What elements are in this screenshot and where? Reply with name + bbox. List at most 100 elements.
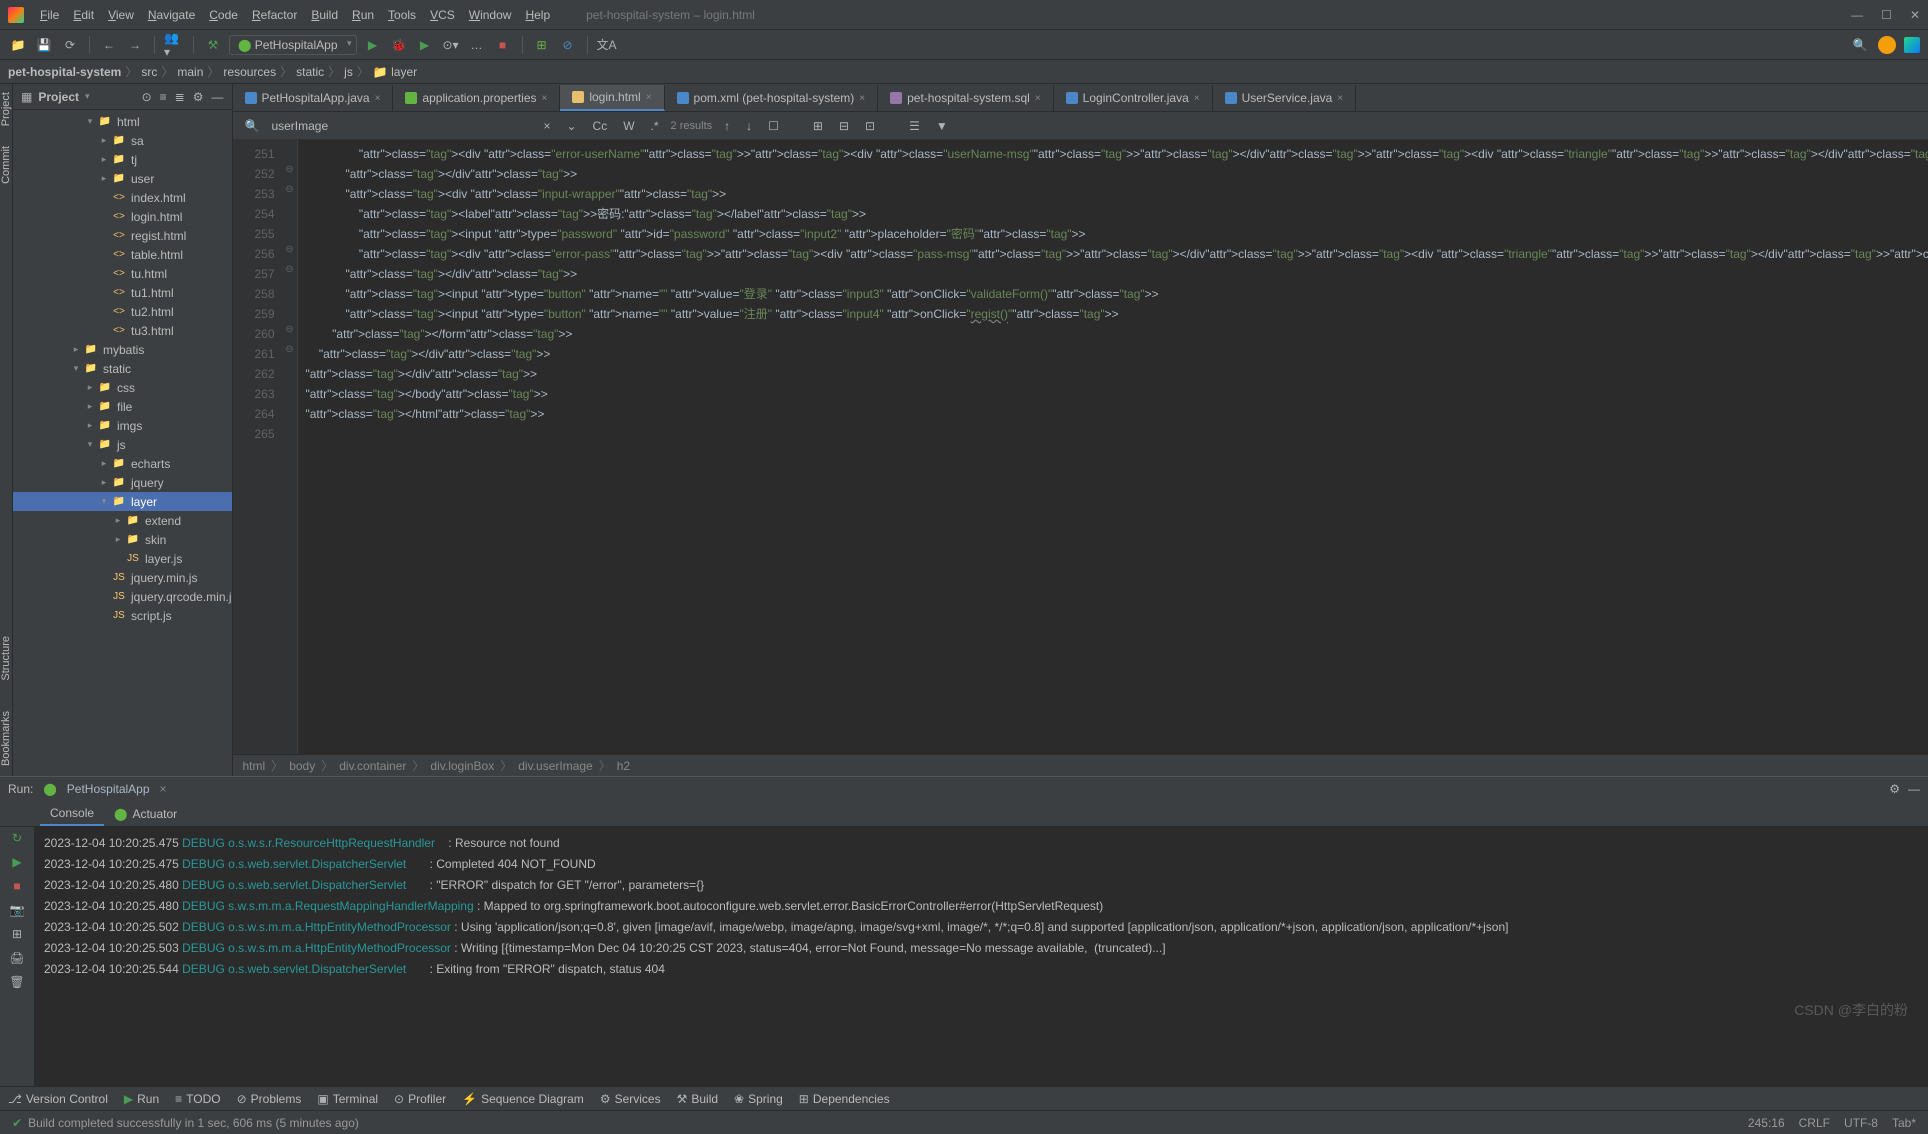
back-icon[interactable]: ←	[99, 35, 119, 55]
line-separator[interactable]: CRLF	[1799, 1116, 1830, 1130]
regex-icon[interactable]: .*	[647, 117, 663, 135]
tree-item[interactable]: <>login.html	[13, 207, 232, 226]
code-crumb-item[interactable]: html	[243, 759, 266, 773]
structure-tool-button[interactable]: Structure	[0, 636, 12, 681]
tree-item[interactable]: ▾📁static	[13, 359, 232, 378]
layout-icon[interactable]: ⊞	[12, 927, 22, 941]
db-icon[interactable]: ⊞	[532, 35, 552, 55]
console-output[interactable]: 2023-12-04 10:20:25.475 DEBUG o.s.w.s.r.…	[34, 827, 1928, 1086]
tree-item[interactable]: ▾📁html	[13, 112, 232, 131]
code-crumb-item[interactable]: div.container	[339, 759, 406, 773]
remove-selection-icon[interactable]: ⊟	[835, 117, 853, 135]
menu-view[interactable]: View	[102, 4, 140, 26]
select-opened-icon[interactable]: ⊙	[142, 90, 152, 104]
menu-window[interactable]: Window	[463, 4, 518, 26]
open-icon[interactable]: 📁	[8, 35, 28, 55]
hide-icon[interactable]: —	[212, 90, 224, 104]
menu-refactor[interactable]: Refactor	[246, 4, 303, 26]
bookmarks-tool-button[interactable]: Bookmarks	[0, 711, 12, 766]
menu-file[interactable]: File	[34, 4, 65, 26]
fold-gutter[interactable]: ⊖⊖⊖⊖⊖⊖	[283, 140, 297, 754]
tree-item[interactable]: <>tu3.html	[13, 321, 232, 340]
bottom-tool-services[interactable]: ⚙ Services	[600, 1092, 661, 1106]
menu-run[interactable]: Run	[346, 4, 380, 26]
tree-item[interactable]: ▸📁imgs	[13, 416, 232, 435]
tree-item[interactable]: ▾📁js	[13, 435, 232, 454]
add-config-icon[interactable]: 👥▾	[164, 35, 184, 55]
no-icon[interactable]: ⊘	[558, 35, 578, 55]
pin-icon[interactable]: ☰	[905, 117, 924, 135]
encoding[interactable]: UTF-8	[1844, 1116, 1878, 1130]
tree-item[interactable]: ▸📁extend	[13, 511, 232, 530]
menu-tools[interactable]: Tools	[382, 4, 422, 26]
coverage-icon[interactable]: ▶	[415, 35, 435, 55]
match-case-icon[interactable]: Cc	[589, 117, 612, 135]
tree-item[interactable]: ▸📁mybatis	[13, 340, 232, 359]
select-occurrences-icon[interactable]: ⊡	[861, 117, 879, 135]
tree-item[interactable]: ▸📁file	[13, 397, 232, 416]
tree-item[interactable]: <>index.html	[13, 188, 232, 207]
select-all-icon[interactable]: ☐	[764, 117, 783, 135]
bottom-tool-sequence-diagram[interactable]: ⚡ Sequence Diagram	[462, 1092, 584, 1106]
tree-item[interactable]: JSlayer.js	[13, 549, 232, 568]
bottom-tool-version-control[interactable]: ⎇ Version Control	[8, 1092, 108, 1106]
code-crumb-item[interactable]: h2	[617, 759, 630, 773]
expand-all-icon[interactable]: ≡	[160, 90, 167, 104]
tree-item[interactable]: ▸📁echarts	[13, 454, 232, 473]
close-tab-icon[interactable]: ×	[1194, 93, 1200, 104]
tree-item[interactable]: JSscript.js	[13, 606, 232, 625]
bottom-tool-todo[interactable]: ≡ TODO	[175, 1092, 220, 1106]
dump-icon[interactable]: 📷	[10, 903, 25, 917]
user-avatar-icon[interactable]	[1878, 36, 1896, 54]
run-settings-icon[interactable]: ⚙	[1889, 782, 1900, 796]
menu-code[interactable]: Code	[203, 4, 244, 26]
project-tool-button[interactable]: Project	[0, 92, 12, 126]
tree-item[interactable]: <>tu2.html	[13, 302, 232, 321]
search-everywhere-icon[interactable]: 🔍	[1850, 35, 1870, 55]
close-tab-icon[interactable]: ×	[859, 93, 865, 104]
editor-tab[interactable]: LoginController.java×	[1054, 85, 1213, 111]
collapse-all-icon[interactable]: ≣	[175, 90, 185, 104]
tree-item[interactable]: <>table.html	[13, 245, 232, 264]
close-tab-icon[interactable]: ×	[542, 93, 548, 104]
close-tab-icon[interactable]: ×	[375, 93, 381, 104]
code-editor[interactable]: 2512522532542552562572582592602612622632…	[233, 140, 1928, 754]
run-config-selector[interactable]: ⬤ PetHospitalApp	[229, 35, 357, 55]
bottom-tool-run[interactable]: ▶ Run	[124, 1092, 159, 1106]
editor-tab[interactable]: application.properties×	[393, 85, 560, 111]
hammer-icon[interactable]: ⚒	[203, 35, 223, 55]
editor-tab[interactable]: PetHospitalApp.java×	[233, 85, 394, 111]
run-tab-console[interactable]: Console	[40, 802, 104, 826]
code-content[interactable]: "attr">class="tag"><div "attr">class="er…	[297, 140, 1928, 754]
tree-item[interactable]: ▸📁user	[13, 169, 232, 188]
menu-help[interactable]: Help	[519, 4, 556, 26]
breadcrumb-item[interactable]: js	[344, 65, 353, 79]
attach-icon[interactable]: …	[467, 35, 487, 55]
breadcrumb-item[interactable]: main	[177, 65, 203, 79]
bottom-tool-spring[interactable]: ❀ Spring	[734, 1092, 783, 1106]
editor-tab[interactable]: login.html×	[560, 85, 664, 111]
stop-run-icon[interactable]: ■	[13, 879, 20, 893]
search-input[interactable]	[271, 119, 531, 133]
code-breadcrumb[interactable]: html〉body〉div.container〉div.loginBox〉div…	[233, 754, 1928, 776]
tree-item[interactable]: JSjquery.min.js	[13, 568, 232, 587]
breadcrumb-item[interactable]: pet-hospital-system	[8, 65, 121, 79]
tree-item[interactable]: <>tu.html	[13, 264, 232, 283]
caret-position[interactable]: 245:16	[1748, 1116, 1785, 1130]
stop-icon[interactable]: ■	[493, 35, 513, 55]
run-action-icon[interactable]: ▶	[12, 855, 21, 869]
menu-edit[interactable]: Edit	[67, 4, 100, 26]
code-crumb-item[interactable]: div.loginBox	[430, 759, 494, 773]
code-crumb-item[interactable]: body	[289, 759, 315, 773]
minimize-icon[interactable]: —	[1851, 8, 1863, 22]
bottom-tool-problems[interactable]: ⊘ Problems	[237, 1092, 302, 1106]
editor-tab[interactable]: pet-hospital-system.sql×	[878, 85, 1054, 111]
save-icon[interactable]: 💾	[34, 35, 54, 55]
filter-icon[interactable]: ▼	[932, 117, 952, 135]
translate-icon[interactable]: 文A	[597, 35, 617, 55]
history-icon[interactable]: ⌄	[562, 117, 580, 135]
tree-item[interactable]: ▸📁skin	[13, 530, 232, 549]
tree-item[interactable]: JSjquery.qrcode.min.j	[13, 587, 232, 606]
clear-search-icon[interactable]: ×	[539, 117, 554, 135]
editor-tab[interactable]: pom.xml (pet-hospital-system)×	[665, 85, 879, 111]
